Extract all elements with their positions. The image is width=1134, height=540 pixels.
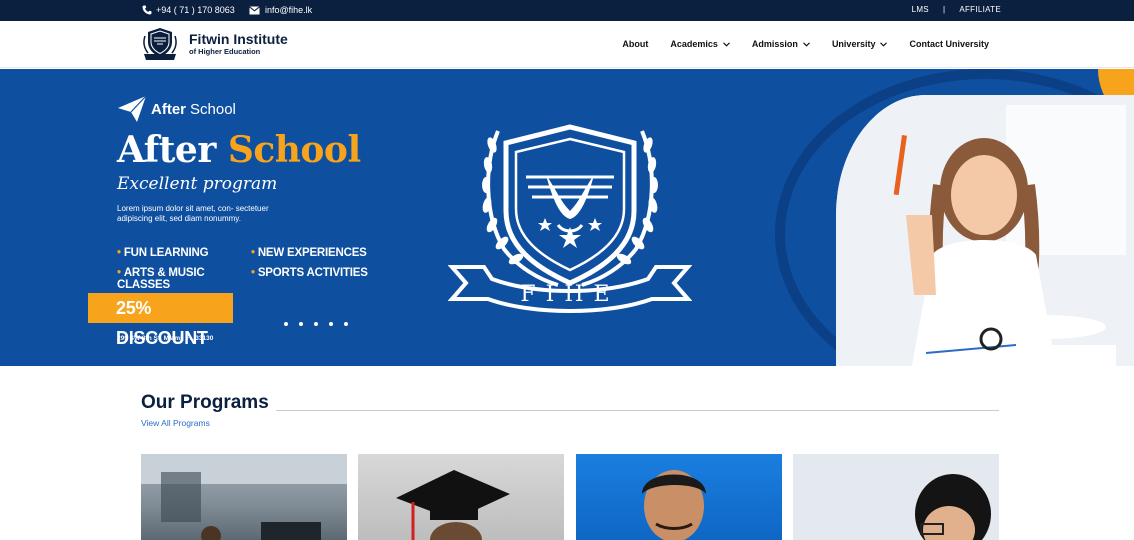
crest-text: FIHE	[520, 282, 619, 307]
main-nav: About Academics Admission University Con…	[622, 39, 989, 49]
program-card[interactable]	[793, 454, 999, 540]
slider-dot[interactable]	[284, 322, 288, 326]
program-image-student-icon	[642, 470, 706, 540]
chevron-down-icon	[803, 41, 810, 47]
lms-link[interactable]: LMS	[912, 5, 929, 14]
view-all-programs-link[interactable]: View All Programs	[141, 418, 210, 428]
hero-description: Lorem ipsum dolor sit amet, con- sectetu…	[117, 204, 269, 223]
nav-about[interactable]: About	[622, 39, 648, 49]
fihe-crest-icon: FIHE	[448, 124, 692, 313]
hero-banner: After School After School Excellent prog…	[0, 69, 1134, 366]
program-image-graduate-icon	[396, 470, 510, 540]
site-logo[interactable]: Fitwin Institute of Higher Education	[141, 26, 288, 62]
hero-address: 299 SW 8th St, Miami, FL 33130	[117, 335, 214, 342]
program-image-boy-icon	[793, 454, 999, 540]
program-card[interactable]	[576, 454, 782, 540]
slider-dot[interactable]	[299, 322, 303, 326]
feature-item: SPORTS ACTIVITIES	[251, 267, 371, 291]
crest-logo-icon	[143, 28, 177, 60]
hero-brand-rest: School	[190, 100, 236, 118]
email-contact[interactable]: info@fihe.lk	[249, 5, 312, 15]
hero-brand-bold: After	[151, 100, 187, 118]
slider-dot[interactable]	[329, 322, 333, 326]
feature-item: ARTS & MUSIC CLASSES	[117, 267, 251, 291]
feature-item: NEW EXPERIENCES	[251, 247, 371, 259]
nav-academics[interactable]: Academics	[670, 39, 730, 49]
student-illustration-icon	[836, 95, 1134, 366]
slider-dot[interactable]	[314, 322, 318, 326]
hero-headline-orange: School	[227, 129, 361, 171]
institute-tagline: of Higher Education	[189, 47, 261, 56]
mail-icon	[249, 5, 260, 14]
phone-number: +94 ( 71 ) 170 8063	[156, 5, 235, 15]
feature-item: FUN LEARNING	[117, 247, 251, 259]
email-address: info@fihe.lk	[265, 5, 313, 15]
topbar-links: LMS | AFFILIATE	[912, 5, 1001, 14]
nav-admission[interactable]: Admission	[752, 39, 810, 49]
program-image-office-icon	[141, 454, 347, 540]
hero-brand: After School	[117, 95, 236, 123]
nav-contact-label: Contact University	[909, 39, 989, 49]
nav-university[interactable]: University	[832, 39, 888, 49]
hero-headline-white: After	[117, 129, 228, 171]
phone-icon	[142, 5, 152, 15]
chevron-down-icon	[880, 41, 888, 47]
programs-title: Our Programs	[141, 392, 269, 413]
paper-plane-icon	[118, 95, 147, 122]
discount-badge: 25% DISCOUNT	[88, 293, 233, 348]
programs-divider	[276, 410, 999, 411]
hero-headline: After School	[117, 129, 361, 171]
nav-academics-label: Academics	[670, 39, 718, 49]
hero-student-photo	[836, 95, 1134, 366]
slider-dot[interactable]	[344, 322, 348, 326]
chevron-down-icon	[723, 41, 730, 47]
hero-features: FUN LEARNING NEW EXPERIENCES ARTS & MUSI…	[117, 247, 371, 291]
slider-dots	[284, 322, 348, 326]
phone-contact[interactable]: +94 ( 71 ) 170 8063	[142, 5, 235, 15]
nav-about-label: About	[622, 39, 649, 49]
nav-contact[interactable]: Contact University	[909, 39, 989, 49]
program-card[interactable]	[141, 454, 347, 540]
nav-admission-label: Admission	[751, 39, 798, 49]
affiliate-link[interactable]: AFFILIATE	[959, 5, 1001, 14]
top-bar: +94 ( 71 ) 170 8063 info@fihe.lk LMS | A…	[0, 0, 1134, 21]
institute-name: Fitwin Institute	[189, 31, 288, 47]
site-header: Fitwin Institute of Higher Education Abo…	[0, 21, 1134, 68]
logo-text: Fitwin Institute of Higher Education	[189, 31, 288, 57]
nav-university-label: University	[831, 39, 876, 49]
topbar-divider: |	[942, 5, 946, 14]
program-card[interactable]	[358, 454, 564, 540]
hero-subtitle: Excellent program	[117, 174, 278, 194]
